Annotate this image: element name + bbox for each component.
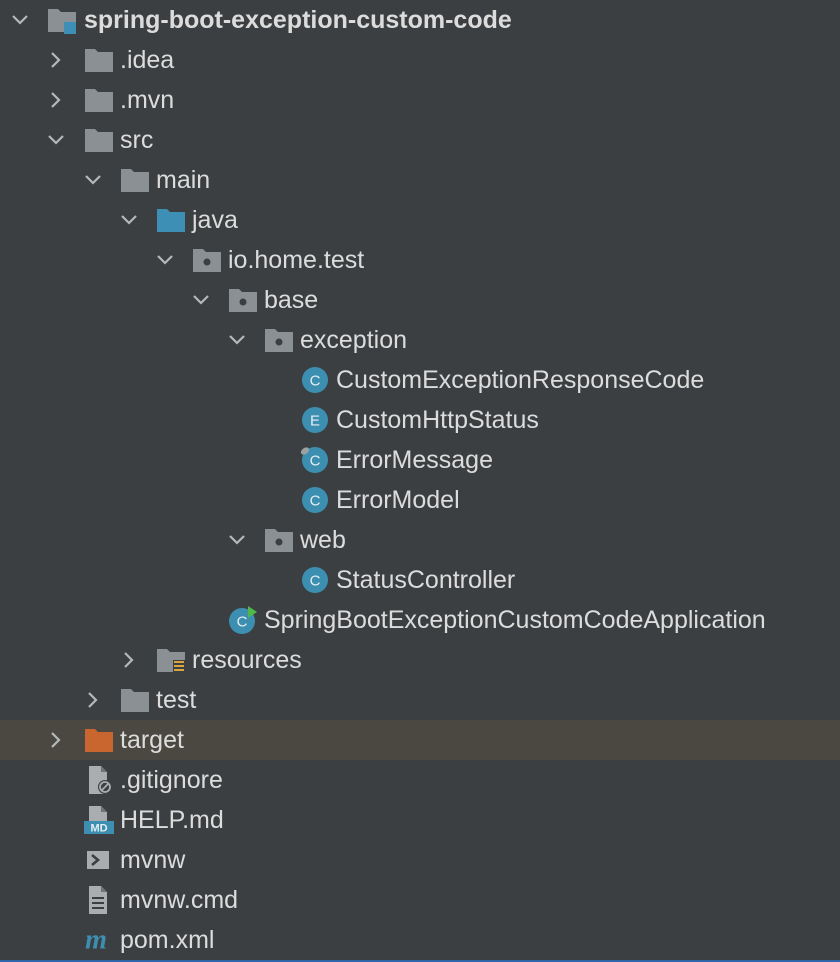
resources-folder-icon: [157, 649, 185, 674]
chevron-down-icon[interactable]: [153, 248, 177, 272]
tree-item-label: resources: [192, 646, 302, 674]
tree-row-target-folder[interactable]: target: [0, 720, 840, 760]
tree-row-mvn-folder[interactable]: .mvn: [0, 80, 840, 120]
tree-row-file-pom-xml[interactable]: m pom.xml: [0, 920, 840, 960]
class-badge: C: [310, 493, 321, 510]
tree-row-class-status-controller[interactable]: C StatusController: [0, 560, 840, 600]
class-icon: C: [302, 367, 328, 393]
tree-item-label: HELP.md: [120, 806, 224, 834]
tree-item-label: ErrorMessage: [336, 446, 493, 474]
tree-row-src-folder[interactable]: src: [0, 120, 840, 160]
tree-item-label: web: [300, 526, 346, 554]
maven-badge: m: [85, 925, 107, 955]
tree-item-label: target: [120, 726, 184, 754]
project-tree: spring-boot-exception-custom-code .idea …: [0, 0, 840, 962]
tree-item-label: SpringBootExceptionCustomCodeApplication: [264, 606, 766, 634]
tree-row-java-folder[interactable]: java: [0, 200, 840, 240]
package-icon: [265, 529, 293, 552]
tree-item-label: spring-boot-exception-custom-code: [84, 6, 512, 34]
tree-item-label: java: [192, 206, 238, 234]
tree-row-file-gitignore[interactable]: .gitignore: [0, 760, 840, 800]
class-icon: C: [302, 567, 328, 593]
class-badge: C: [310, 573, 321, 590]
folder-icon: [85, 89, 113, 112]
markdown-file-icon: MD: [84, 806, 114, 835]
enum-badge: E: [310, 413, 320, 430]
tree-row-idea-folder[interactable]: .idea: [0, 40, 840, 80]
chevron-down-icon[interactable]: [8, 8, 32, 32]
tree-item-label: .idea: [120, 46, 175, 74]
tree-item-label: io.home.test: [228, 246, 365, 274]
tree-item-label: exception: [300, 326, 408, 354]
chevron-right-icon[interactable]: [81, 688, 105, 712]
chevron-down-icon[interactable]: [189, 288, 213, 312]
class-icon: C: [302, 487, 328, 513]
enum-icon: E: [302, 407, 328, 433]
package-icon: [193, 249, 221, 272]
chevron-down-icon[interactable]: [44, 128, 68, 152]
excluded-folder-icon: [85, 729, 113, 752]
tree-row-class-custom-exception-response-code[interactable]: C CustomExceptionResponseCode: [0, 360, 840, 400]
tree-item-label: pom.xml: [120, 926, 215, 954]
module-folder-icon: [48, 9, 76, 34]
tree-row-package-base[interactable]: base: [0, 280, 840, 320]
tree-item-label: base: [264, 286, 319, 314]
chevron-down-icon[interactable]: [225, 528, 249, 552]
tree-item-label: src: [120, 126, 154, 154]
chevron-right-icon[interactable]: [44, 88, 68, 112]
tree-row-file-mvnw-cmd[interactable]: mvnw.cmd: [0, 880, 840, 920]
chevron-down-icon[interactable]: [81, 168, 105, 192]
gitignore-file-icon: [89, 766, 112, 794]
folder-icon: [121, 169, 149, 192]
chevron-right-icon[interactable]: [44, 728, 68, 752]
tree-row-class-spring-boot-application[interactable]: C SpringBootExceptionCustomCodeApplicati…: [0, 600, 840, 640]
spring-boot-class-icon: C: [229, 606, 257, 634]
folder-icon: [85, 49, 113, 72]
shell-script-icon: [87, 851, 109, 869]
source-folder-icon: [157, 209, 185, 232]
folder-icon: [85, 129, 113, 152]
tree-row-package-web[interactable]: web: [0, 520, 840, 560]
class-badge: C: [237, 614, 248, 631]
tree-item-label: main: [156, 166, 211, 194]
maven-icon: m: [85, 925, 107, 955]
chevron-down-icon[interactable]: [117, 208, 141, 232]
tree-item-label: .mvn: [120, 86, 175, 114]
tree-row-package-exception[interactable]: exception: [0, 320, 840, 360]
class-icon: C: [300, 447, 328, 473]
tree-row-resources-folder[interactable]: resources: [0, 640, 840, 680]
class-badge: C: [310, 453, 321, 470]
package-icon: [265, 329, 293, 352]
tree-item-label: ErrorModel: [336, 486, 460, 514]
markdown-badge: MD: [90, 823, 107, 835]
tree-item-label: test: [156, 686, 197, 714]
package-icon: [229, 289, 257, 312]
chevron-down-icon[interactable]: [225, 328, 249, 352]
tree-row-file-help-md[interactable]: MD HELP.md: [0, 800, 840, 840]
tree-item-label: CustomHttpStatus: [336, 406, 539, 434]
chevron-right-icon[interactable]: [117, 648, 141, 672]
tree-item-label: mvnw.cmd: [120, 886, 239, 914]
tree-row-package-io-home-test[interactable]: io.home.test: [0, 240, 840, 280]
tree-row-project-root[interactable]: spring-boot-exception-custom-code: [0, 0, 840, 40]
tree-row-test-folder[interactable]: test: [0, 680, 840, 720]
tree-row-class-error-message[interactable]: C ErrorMessage: [0, 440, 840, 480]
tree-row-file-mvnw[interactable]: mvnw: [0, 840, 840, 880]
tree-item-label: mvnw: [120, 846, 186, 874]
text-file-icon: [89, 886, 107, 914]
tree-item-label: .gitignore: [120, 766, 223, 794]
tree-item-label: CustomExceptionResponseCode: [336, 366, 705, 394]
class-badge: C: [310, 373, 321, 390]
tree-row-class-error-model[interactable]: C ErrorModel: [0, 480, 840, 520]
tree-row-main-folder[interactable]: main: [0, 160, 840, 200]
folder-icon: [121, 689, 149, 712]
chevron-right-icon[interactable]: [44, 48, 68, 72]
tree-row-enum-custom-http-status[interactable]: E CustomHttpStatus: [0, 400, 840, 440]
tree-item-label: StatusController: [336, 566, 516, 594]
